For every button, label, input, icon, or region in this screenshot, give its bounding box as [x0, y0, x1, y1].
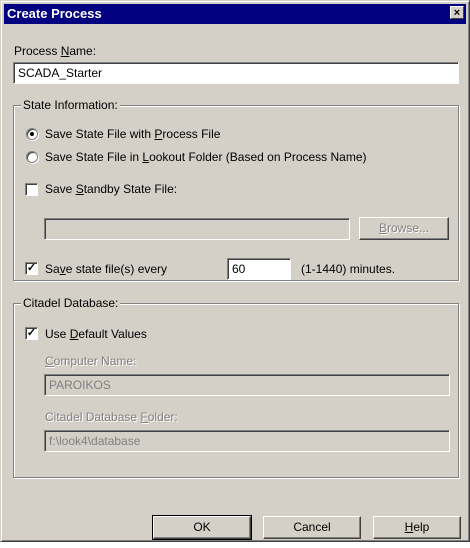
computer-name-input[interactable]: PAROIKOS [44, 374, 450, 396]
save-every-text: Sa [45, 262, 60, 276]
computer-name-label: Computer Name: [45, 354, 136, 368]
save-in-lookout-text: Save State File in [45, 150, 143, 164]
close-icon[interactable]: × [450, 6, 464, 19]
browse-accel: B [378, 221, 387, 235]
use-default-rest: efault Values [78, 327, 147, 341]
standby-path-input[interactable] [44, 218, 350, 240]
save-with-process-text: Save State File with [45, 127, 155, 141]
save-with-process-radio[interactable] [26, 128, 38, 140]
use-default-values-checkbox[interactable]: ✓ [25, 327, 38, 340]
cancel-button[interactable]: Cancel [263, 516, 361, 539]
process-name-label-text: Process [14, 44, 61, 58]
citadel-folder-accel: F [140, 410, 148, 424]
process-name-label-rest: ame: [69, 44, 97, 58]
use-default-values-label[interactable]: Use Default Values [45, 327, 147, 341]
computer-name-accel: C [45, 354, 54, 368]
standby-state-text: Save [45, 182, 76, 196]
standby-state-label[interactable]: Save Standby State File: [45, 182, 177, 196]
help-label: elp [413, 520, 430, 534]
citadel-folder-label: Citadel Database Folder: [45, 410, 178, 424]
title-bar: Create Process × [4, 4, 466, 24]
save-every-checkbox[interactable]: ✓ [25, 262, 38, 275]
save-in-lookout-rest: ookout Folder (Based on Process Name) [149, 150, 367, 164]
save-in-lookout-label[interactable]: Save State File in Lookout Folder (Based… [45, 150, 367, 164]
browse-button[interactable]: Browse... [359, 217, 449, 240]
citadel-folder-text: Citadel Database [45, 410, 141, 424]
save-every-rest: e state file(s) every [65, 262, 168, 276]
save-with-process-rest: rocess File [162, 127, 221, 141]
standby-state-rest: tandby State File: [83, 182, 178, 196]
standby-state-accel: S [75, 182, 84, 196]
process-name-label: Process Name: [14, 44, 96, 58]
save-with-process-label[interactable]: Save State File with Process File [45, 127, 220, 141]
save-in-lookout-radio[interactable] [26, 151, 38, 163]
citadel-database-title: Citadel Database: [21, 296, 121, 310]
radio-selected-dot [30, 132, 34, 136]
save-interval-range: (1-1440) minutes. [301, 262, 396, 276]
citadel-folder-input[interactable]: f:\look4\database [44, 430, 450, 452]
help-button[interactable]: Help [373, 516, 461, 539]
computer-name-text: omputer Name: [53, 354, 137, 368]
dialog-title: Create Process [7, 6, 102, 21]
save-interval-input[interactable]: 60 [227, 258, 291, 280]
standby-state-checkbox[interactable] [25, 183, 38, 196]
save-every-label[interactable]: Save state file(s) every [45, 262, 167, 276]
ok-button[interactable]: OK [152, 515, 252, 540]
create-process-dialog: Create Process × Process Name: SCADA_Sta… [0, 0, 470, 542]
process-name-input[interactable]: SCADA_Starter [13, 62, 459, 84]
browse-label: rowse... [387, 221, 430, 235]
citadel-folder-rest: older: [147, 410, 178, 424]
state-information-title: State Information: [21, 98, 120, 112]
use-default-text: Use [45, 327, 70, 341]
